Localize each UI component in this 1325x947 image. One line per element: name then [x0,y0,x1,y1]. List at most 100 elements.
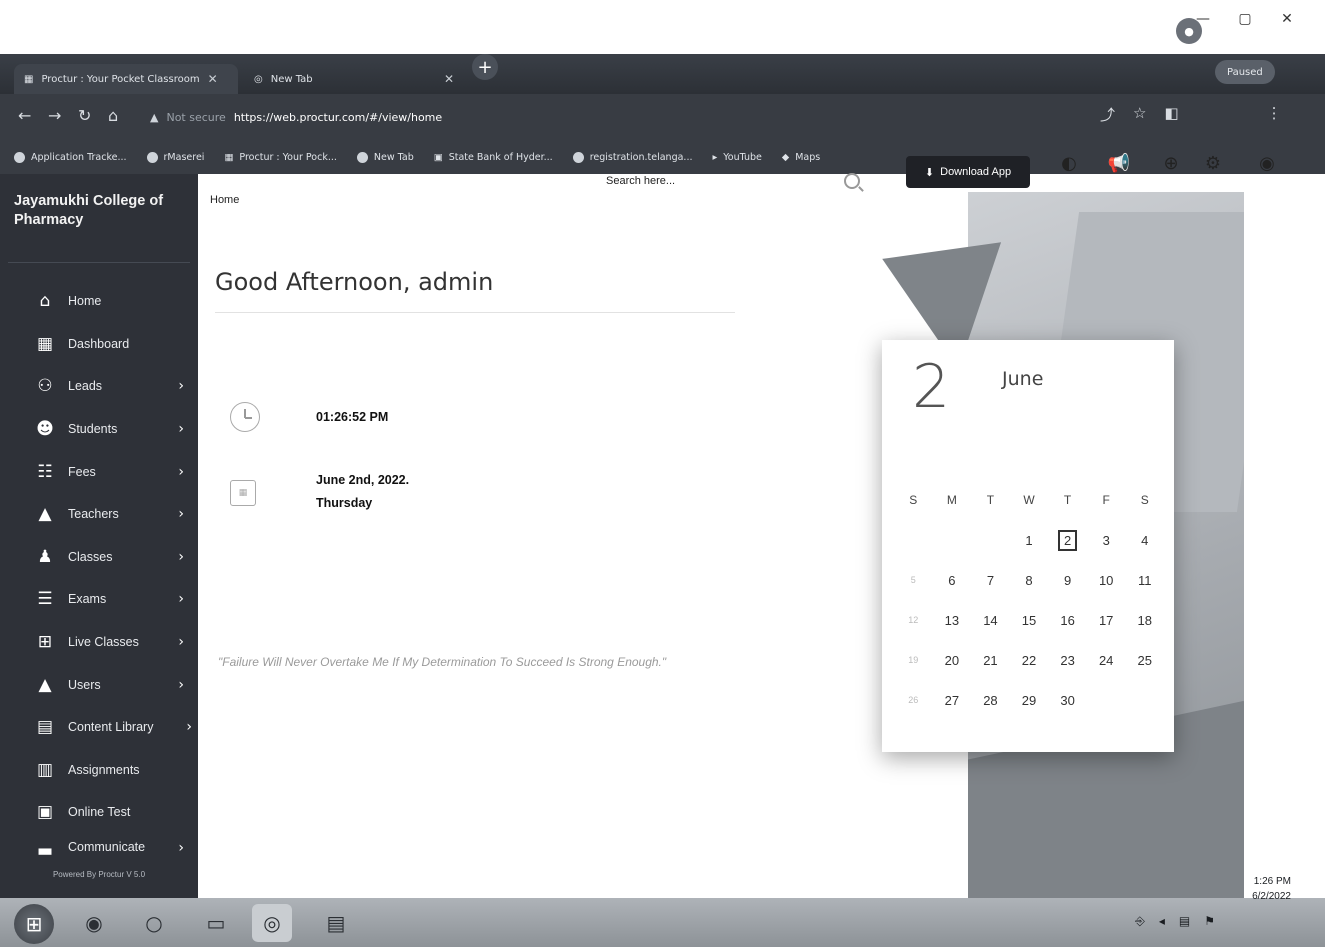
sidebar-item-classes[interactable]: ♟ Classes › [14,536,198,579]
breadcrumb[interactable]: Home [210,194,239,206]
new-tab-button[interactable]: + [472,54,498,80]
calendar-date[interactable]: 15 [1010,613,1049,628]
bookmark-item[interactable]: New Tab [356,151,414,163]
calendar-date[interactable]: 3 [1087,533,1126,548]
sidebar-item-leads[interactable]: ⚇ Leads › [14,365,198,408]
maximize-icon[interactable]: ▢ [1227,6,1263,32]
calendar-date[interactable]: 14 [971,613,1010,628]
sidebar-item-fees[interactable]: ☷ Fees › [14,450,198,493]
bookmark-item[interactable]: ▣ State Bank of Hyder... [434,152,553,163]
sidebar-item-home[interactable]: ⌂ Home [14,280,198,323]
calendar-date[interactable]: 10 [1087,573,1126,588]
bookmark-item[interactable]: rMaserei [146,151,204,163]
calendar-date[interactable]: 24 [1087,653,1126,668]
taskbar-app-icon[interactable]: ○ [134,904,174,942]
sidebar-item-label: Live Classes [68,635,139,650]
calendar-date[interactable]: 19 [894,655,933,665]
calendar-date[interactable]: 8 [1010,573,1049,588]
sidebar-item-content-library[interactable]: ▤ Content Library › [14,706,198,749]
url-text: https://web.proctur.com/#/view/home [233,110,443,124]
calendar-date[interactable]: 7 [971,573,1010,588]
reload-icon[interactable]: ↻ [78,106,91,125]
calendar-date[interactable]: 1 [1010,533,1049,548]
add-circle-icon[interactable]: ⊕ [1158,150,1184,176]
calendar-date[interactable]: 26 [894,695,933,705]
calendar-date[interactable]: 11 [1125,573,1164,588]
calendar-date[interactable]: 22 [1010,653,1049,668]
browser-tab-proctur[interactable]: ▦ Proctur : Your Pocket Classroom ✕ [14,64,238,94]
profile-paused-chip[interactable]: Paused [1215,60,1275,84]
back-icon[interactable]: ← [18,106,31,125]
speaker-icon[interactable]: ◂ [1159,914,1165,929]
gear-icon[interactable]: ⚙ [1200,150,1226,176]
sidebar-item-teachers[interactable]: ▲ Teachers › [14,493,198,536]
calendar-date[interactable]: 21 [971,653,1010,668]
calendar-date[interactable]: 9 [1048,573,1087,588]
bookmark-item[interactable]: Application Tracke... [14,151,127,163]
calendar-date[interactable]: 18 [1125,613,1164,628]
search-input[interactable] [560,175,800,187]
taskbar-app-icon[interactable]: ◉ [74,904,114,942]
tab-close-icon[interactable]: ✕ [444,72,454,86]
bookmark-item[interactable]: ◆ Maps [782,152,820,163]
close-window-icon[interactable]: ✕ [1269,6,1305,32]
star-icon[interactable]: ☆ [1133,104,1146,125]
home-browser-icon[interactable]: ⌂ [108,106,118,125]
bookmark-item[interactable]: ▦ Proctur : Your Pock... [224,152,336,163]
sidebar-item-students[interactable]: ☻ Students › [14,408,198,451]
browser-tab-new-tab[interactable]: ◎ New Tab ✕ [244,64,464,94]
sidebar-item-label: Students [68,422,118,437]
students-icon: ☻ [36,419,54,440]
calendar-date[interactable]: 27 [933,693,972,708]
globe-icon [572,151,584,163]
sidebar-item-communicate[interactable]: ▬ Communicate › [14,834,198,860]
share-icon[interactable]: ⤴ [1100,104,1115,125]
user-icon[interactable]: ◉ [1254,150,1280,176]
taskbar-clock[interactable]: 1:26 PM 6/2/2022 [1252,874,1291,904]
calendar-date[interactable]: 13 [933,613,972,628]
maps-icon: ◆ [781,151,790,163]
sidebar-item-live-classes[interactable]: ⊞ Live Classes › [14,621,198,664]
flag-icon[interactable]: ⚑ [1204,914,1215,929]
sidepanel-icon[interactable]: ◧ [1164,104,1178,125]
usb-icon[interactable]: ⎆ [1135,914,1145,929]
menu-dots-icon[interactable]: ⋮ [1267,104,1282,125]
calendar-date[interactable]: 16 [1048,613,1087,628]
calendar-date[interactable]: 28 [971,693,1010,708]
calendar-date[interactable]: 20 [933,653,972,668]
tab-strip: ▦ Proctur : Your Pocket Classroom ✕ ◎ Ne… [0,54,1325,94]
download-app-button[interactable]: ⬇ Download App [906,156,1030,188]
folder-icon[interactable]: ▭ [196,904,236,942]
calendar-date[interactable]: 17 [1087,613,1126,628]
megaphone-icon[interactable]: 📢 [1106,150,1132,176]
calendar-date[interactable]: 23 [1048,653,1087,668]
bookmark-item[interactable]: registration.telanga... [572,151,692,163]
sidebar-item-exams[interactable]: ☰ Exams › [14,578,198,621]
sidebar-item-assignments[interactable]: ▥ Assignments [14,749,198,792]
network-icon[interactable]: ▤ [1179,914,1190,929]
moon-icon[interactable]: ◐ [1056,150,1082,176]
sidebar-item-label: Exams [68,592,107,607]
sidebar-item-label: Users [68,677,101,692]
calendar-date[interactable]: 5 [894,575,933,585]
start-button[interactable]: ⊞ [14,904,54,944]
sidebar-item-online-test[interactable]: ▣ Online Test [14,791,198,834]
calendar-date[interactable]: 29 [1010,693,1049,708]
calendar-date[interactable]: 12 [894,615,933,625]
tab-close-icon[interactable]: ✕ [208,72,218,86]
search-icon[interactable] [844,173,860,189]
calendar-date[interactable]: 6 [933,573,972,588]
calendar-date-today[interactable]: 2 [1048,529,1087,551]
minimize-icon[interactable]: — [1185,6,1221,32]
bookmark-item[interactable]: ▸ YouTube [712,152,761,163]
document-icon[interactable]: ▤ [316,904,356,942]
calendar-date[interactable]: 4 [1125,533,1164,548]
sidebar-item-users[interactable]: ▲ Users › [14,663,198,706]
calendar-date[interactable]: 25 [1125,653,1164,668]
tab-favicon: ▦ [24,73,34,85]
calendar-date[interactable]: 30 [1048,693,1087,708]
forward-icon[interactable]: → [48,106,61,125]
sidebar-item-dashboard[interactable]: ▦ Dashboard [14,323,198,366]
chrome-icon[interactable]: ◎ [252,904,292,942]
address-bar[interactable]: ▲ Not secure https://web.proctur.com/#/v… [140,103,1090,131]
